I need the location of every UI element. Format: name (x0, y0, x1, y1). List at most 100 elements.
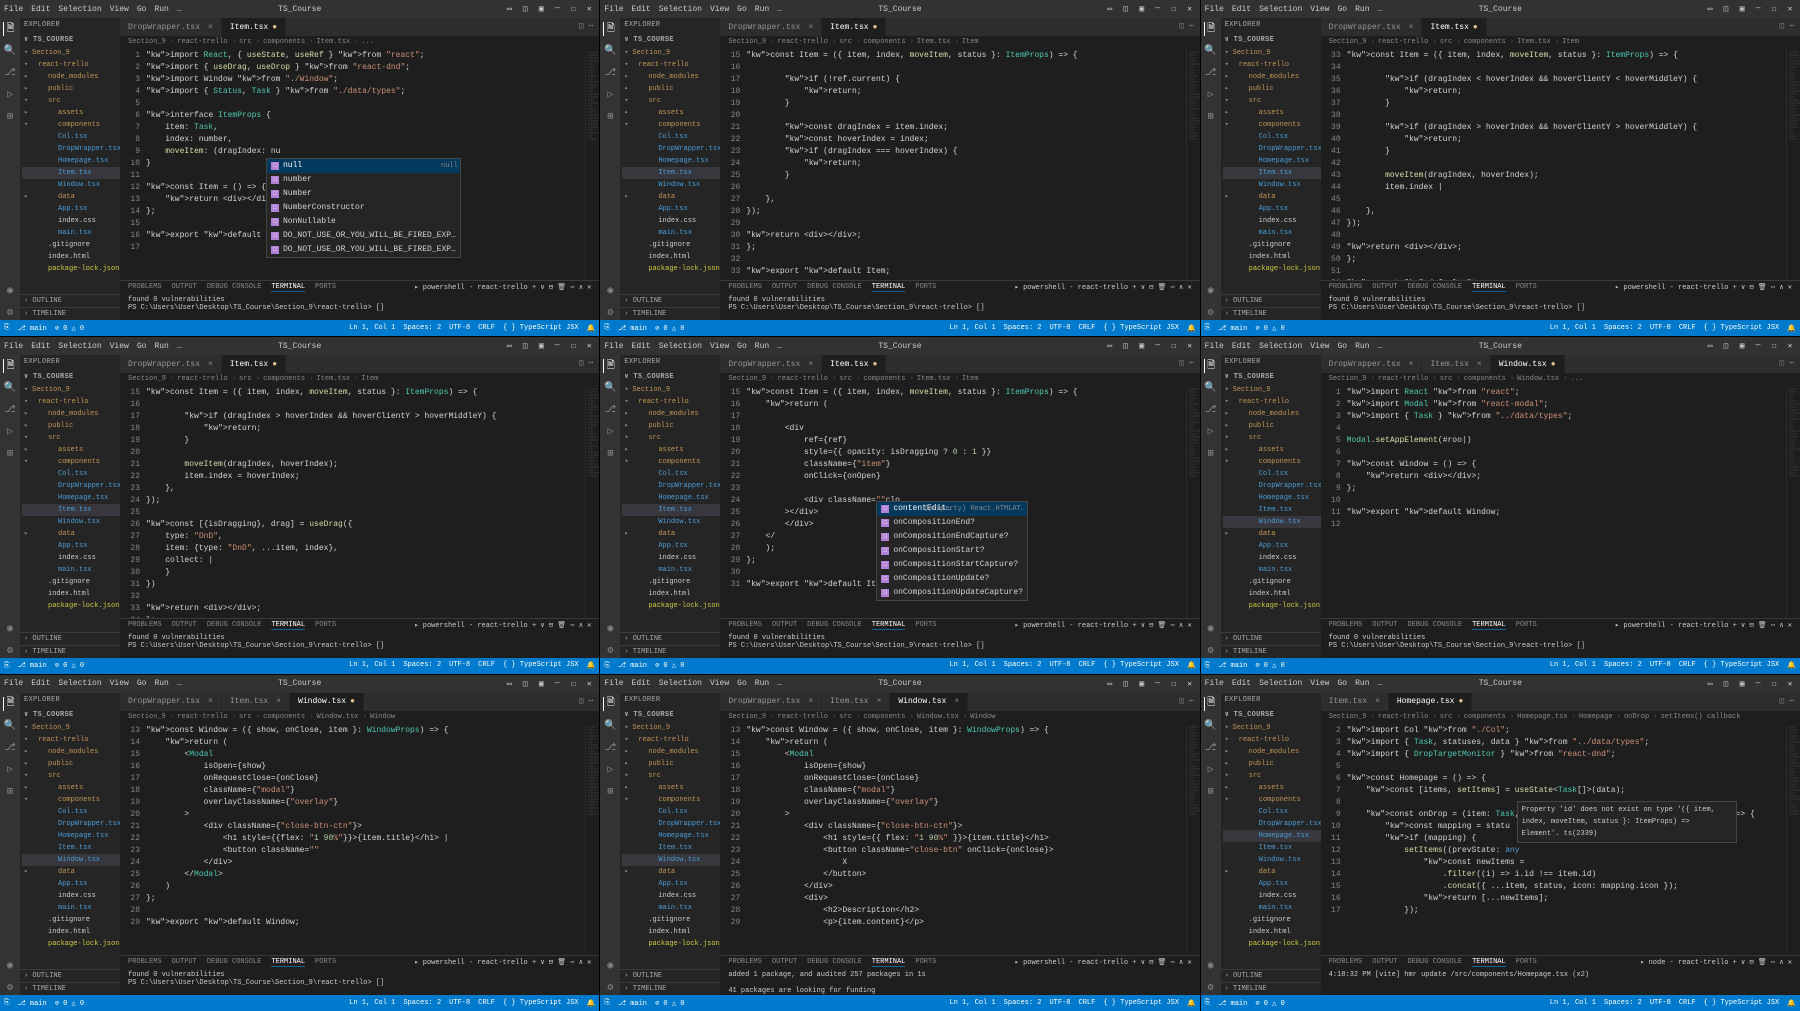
breadcrumb-item[interactable]: src (239, 375, 260, 385)
breadcrumb-item[interactable]: Section_9 (728, 375, 774, 385)
panel-tab[interactable]: PORTS (1516, 958, 1537, 967)
editor[interactable]: 1234567891011121314151617 "kw">import Re… (120, 50, 599, 280)
timeline-section[interactable]: › TIMELINE (620, 982, 720, 995)
cursor-pos[interactable]: Ln 1, Col 1 (349, 324, 395, 333)
language-mode[interactable]: { } TypeScript JSX (1103, 324, 1179, 333)
close-icon[interactable]: ✕ (1186, 341, 1194, 351)
tree-node[interactable]: index.css (622, 552, 720, 564)
suggest-item[interactable]: □NamedCurve (267, 257, 460, 258)
tree-node[interactable]: assets (1223, 782, 1321, 794)
tree-node[interactable]: index.html (22, 588, 120, 600)
panel-tab[interactable]: PROBLEMS (1329, 621, 1363, 630)
breadcrumb-item[interactable]: ... (362, 38, 375, 48)
menu-go[interactable]: Go (137, 679, 147, 688)
panel-tab[interactable]: TERMINAL (872, 283, 906, 292)
split-editor-icon[interactable]: ◫ ⋯ (1774, 18, 1800, 36)
gear-icon[interactable]: ⚙ (3, 644, 17, 658)
tree-node[interactable]: Homepage.tsx (622, 492, 720, 504)
tree-node[interactable]: public (1223, 83, 1321, 95)
minimap[interactable] (1186, 50, 1200, 280)
tree-node[interactable]: Homepage.tsx (22, 155, 120, 167)
tree-node[interactable]: DropWrapper.tsx (22, 143, 120, 155)
close-icon[interactable]: ✕ (585, 341, 593, 351)
breadcrumb-item[interactable]: components (263, 38, 313, 48)
breadcrumb-item[interactable]: components (1464, 713, 1514, 723)
tree-node[interactable]: src (622, 95, 720, 107)
menu-run[interactable]: Run (755, 342, 769, 351)
timeline-section[interactable]: › TIMELINE (1221, 645, 1321, 658)
tree-node[interactable]: react-trello (622, 734, 720, 746)
tree-node[interactable]: package-lock.json (1223, 600, 1321, 612)
menu-file[interactable]: File (4, 679, 23, 688)
remote-icon[interactable]: ⎘ (1205, 324, 1211, 332)
breadcrumb-item[interactable]: Item (962, 38, 979, 48)
tree-node[interactable]: Col.tsx (622, 131, 720, 143)
language-mode[interactable]: { } TypeScript JSX (1103, 661, 1179, 670)
breadcrumb-item[interactable]: Item (1562, 38, 1579, 48)
tree-node[interactable]: Col.tsx (1223, 806, 1321, 818)
editor[interactable]: 1516171819202122232425262728293031323334… (120, 387, 599, 617)
tree-node[interactable]: .gitignore (1223, 914, 1321, 926)
tree-node[interactable]: Item.tsx (622, 167, 720, 179)
terminal-output[interactable]: found 0 vulnerabilities PS C:\Users\User… (1321, 632, 1800, 658)
tree-node[interactable]: components (22, 456, 120, 468)
timeline-section[interactable]: › TIMELINE (620, 645, 720, 658)
menu-file[interactable]: File (1205, 342, 1224, 351)
menu-go[interactable]: Go (1337, 679, 1347, 688)
tree-node[interactable]: src (622, 432, 720, 444)
cursor-pos[interactable]: Ln 1, Col 1 (949, 661, 995, 670)
breadcrumb-item[interactable]: Section_9 (728, 713, 774, 723)
project-name[interactable]: ∨ TS_COURSE (620, 707, 720, 722)
menu-selection[interactable]: Selection (58, 5, 101, 14)
tree-node[interactable]: react-trello (22, 59, 120, 71)
debug-icon[interactable]: ▷ (1204, 425, 1218, 439)
tree-node[interactable]: Item.tsx (622, 504, 720, 516)
close-icon[interactable]: ✕ (1186, 679, 1194, 689)
tree-node[interactable]: package-lock.json (622, 938, 720, 950)
tree-node[interactable]: react-trello (1223, 59, 1321, 71)
panel-tab[interactable]: PROBLEMS (1329, 283, 1363, 292)
panel-tab[interactable]: OUTPUT (772, 283, 797, 292)
explorer-icon[interactable]: 🗎 (1204, 697, 1218, 711)
minimap[interactable] (1786, 725, 1800, 955)
breadcrumb-item[interactable]: setItems() callback (1661, 713, 1741, 723)
panel-tab[interactable]: DEBUG CONSOLE (207, 958, 262, 967)
eol[interactable]: CRLF (1079, 324, 1096, 333)
panel-tab[interactable]: OUTPUT (772, 621, 797, 630)
encoding[interactable]: UTF-8 (1049, 661, 1070, 670)
tree-node[interactable]: index.css (1223, 552, 1321, 564)
notifications-icon[interactable]: 🔔 (587, 661, 596, 670)
breadcrumb-item[interactable]: Item.tsx (316, 38, 358, 48)
gear-icon[interactable]: ⚙ (3, 306, 17, 320)
panel-tab[interactable]: DEBUG CONSOLE (207, 621, 262, 630)
timeline-section[interactable]: › TIMELINE (1221, 307, 1321, 320)
encoding[interactable]: UTF-8 (449, 324, 470, 333)
tree-node[interactable]: Section_9 (22, 47, 120, 59)
panel-tab[interactable]: OUTPUT (1372, 621, 1397, 630)
outline-section[interactable]: › OUTLINE (620, 632, 720, 645)
menu-edit[interactable]: Edit (1232, 342, 1251, 351)
menu-selection[interactable]: Selection (659, 342, 702, 351)
tree-node[interactable]: Section_9 (22, 722, 120, 734)
debug-icon[interactable]: ▷ (3, 763, 17, 777)
layout-icon[interactable]: ◫ (1122, 4, 1130, 14)
menu-run[interactable]: Run (154, 5, 168, 14)
tree-node[interactable]: node_modules (1223, 71, 1321, 83)
layout-icon[interactable]: ▭ (1706, 4, 1714, 14)
tree-node[interactable]: data (1223, 528, 1321, 540)
encoding[interactable]: UTF-8 (1650, 324, 1671, 333)
layout-icon[interactable]: ◫ (521, 341, 529, 351)
layout-icon[interactable]: ◫ (1722, 341, 1730, 351)
tree-node[interactable]: assets (1223, 107, 1321, 119)
outline-section[interactable]: › OUTLINE (1221, 294, 1321, 307)
tree-node[interactable]: package-lock.json (22, 263, 120, 275)
tree-node[interactable]: package-lock.json (1223, 938, 1321, 950)
layout-icon[interactable]: ▣ (1738, 679, 1746, 689)
breadcrumb-item[interactable]: Item.tsx (917, 375, 959, 385)
tree-node[interactable]: public (622, 83, 720, 95)
gear-icon[interactable]: ⚙ (3, 981, 17, 995)
tree-node[interactable]: Homepage.tsx (1223, 830, 1321, 842)
maximize-icon[interactable]: ☐ (1170, 341, 1178, 351)
suggest-item[interactable]: □DO_NOT_USE_OR_YOU_WILL_BE_FIRED_EXP… (267, 243, 460, 257)
layout-icon[interactable]: ▣ (1738, 341, 1746, 351)
